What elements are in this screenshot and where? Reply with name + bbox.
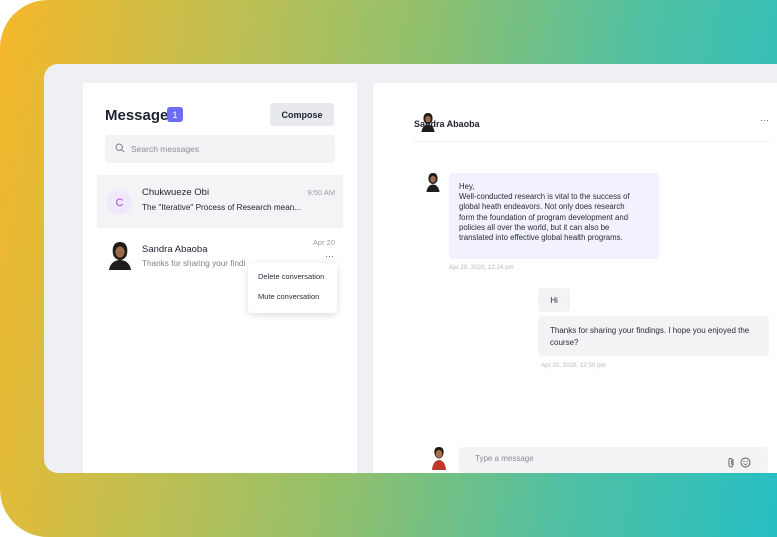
message-line: Thanks for sharing your findings. I hope… bbox=[550, 326, 750, 335]
message-line: translated into effective global health … bbox=[459, 233, 623, 243]
search-box[interactable] bbox=[105, 135, 335, 163]
message-line: Hey, bbox=[459, 182, 475, 191]
conversation-name: Chukwueze Obi bbox=[142, 187, 210, 198]
message-line: global heath endeavors. Not only does re… bbox=[459, 202, 625, 212]
incoming-message-bubble: Hey, Well-conducted research is vital to… bbox=[449, 173, 659, 259]
message-timestamp: Apr 20, 2020, 12:24 pm bbox=[449, 264, 514, 271]
message-composer bbox=[459, 447, 768, 473]
delete-conversation-menu-item[interactable]: Delete conversation bbox=[258, 272, 324, 281]
outgoing-message-bubble: Thanks for sharing your findings. I hope… bbox=[538, 316, 769, 356]
message-line: Well-conducted research is vital to the … bbox=[459, 192, 630, 202]
message-line: policies all over the world, but it can … bbox=[459, 222, 610, 232]
paperclip-icon[interactable] bbox=[727, 455, 736, 473]
chat-contact-name: Sandra Abaoba bbox=[414, 119, 480, 129]
conversation-preview: The "Iterative" Process of Research mean… bbox=[142, 203, 302, 212]
conversation-context-menu: Delete conversation Mute conversation bbox=[248, 263, 337, 313]
avatar: C bbox=[107, 190, 132, 215]
sender-avatar bbox=[426, 172, 440, 197]
conversation-time: Apr 20 bbox=[312, 238, 335, 247]
avatar bbox=[108, 240, 132, 275]
message-line: course? bbox=[550, 337, 579, 347]
unread-badge: 1 bbox=[167, 107, 183, 122]
user-avatar bbox=[431, 446, 447, 475]
outgoing-message-bubble: Hi bbox=[538, 288, 570, 312]
divider bbox=[413, 141, 769, 142]
chat-panel: Sandra Abaoba ··· Hey, Well-conducted re… bbox=[373, 83, 777, 473]
conversation-time: 9:50 AM bbox=[307, 188, 335, 197]
message-line: form the foundation of program developme… bbox=[459, 212, 629, 222]
compose-button[interactable]: Compose bbox=[270, 103, 334, 126]
search-icon bbox=[115, 140, 125, 158]
more-horizontal-icon[interactable]: ··· bbox=[760, 115, 769, 125]
smiley-icon[interactable] bbox=[740, 455, 751, 473]
conversation-item[interactable]: C Chukwueze Obi 9:50 AM The "Iterative" … bbox=[97, 175, 343, 228]
message-input[interactable] bbox=[475, 454, 695, 463]
conversation-name: Sandra Abaoba bbox=[142, 244, 208, 255]
more-horizontal-icon[interactable]: ··· bbox=[325, 251, 334, 261]
search-input[interactable] bbox=[131, 144, 321, 154]
mute-conversation-menu-item[interactable]: Mute conversation bbox=[258, 292, 319, 301]
inbox-title: Messages bbox=[105, 107, 177, 124]
message-timestamp: Apr 20, 2020, 12:50 pm bbox=[541, 362, 606, 369]
